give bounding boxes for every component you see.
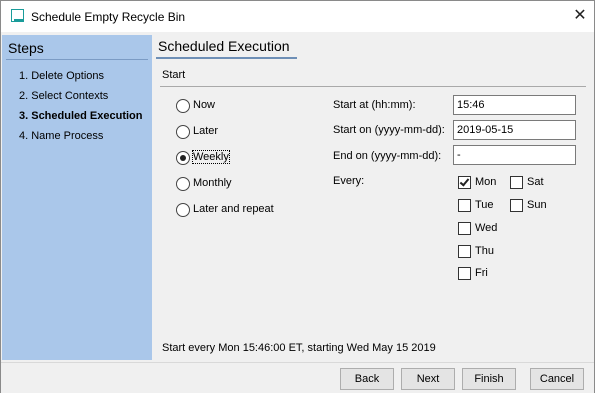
radio-circle[interactable] bbox=[176, 125, 190, 139]
radio-label[interactable]: Now bbox=[193, 99, 215, 111]
steps-divider bbox=[6, 59, 148, 60]
checkbox-box[interactable] bbox=[458, 245, 471, 258]
dialog-window: Schedule Empty Recycle Bin ✕ Steps 1. De… bbox=[0, 0, 595, 393]
radio-label[interactable]: Monthly bbox=[193, 177, 232, 189]
steps-sidebar: Steps 1. Delete Options 2. Select Contex… bbox=[2, 35, 152, 360]
end-on-label: End on (yyyy-mm-dd): bbox=[333, 150, 442, 162]
checkbox-label[interactable]: Thu bbox=[475, 245, 494, 257]
steps-title: Steps bbox=[8, 40, 44, 56]
step-delete-options: 1. Delete Options bbox=[19, 70, 104, 82]
back-button[interactable]: Back bbox=[340, 368, 394, 390]
schedule-summary: Start every Mon 15:46:00 ET, starting We… bbox=[162, 342, 436, 354]
close-icon[interactable]: ✕ bbox=[571, 6, 589, 26]
checkbox-label[interactable]: Mon bbox=[475, 176, 496, 188]
cancel-button[interactable]: Cancel bbox=[530, 368, 584, 390]
start-group-label: Start bbox=[162, 69, 186, 81]
button-bar: Back Next Finish Cancel bbox=[1, 362, 594, 393]
title-bar: Schedule Empty Recycle Bin ✕ bbox=[1, 1, 594, 32]
checkbox-label[interactable]: Sun bbox=[527, 199, 547, 211]
step-select-contexts: 2. Select Contexts bbox=[19, 90, 109, 102]
radio-label[interactable]: Weekly bbox=[192, 150, 230, 164]
window-app-icon bbox=[11, 9, 24, 22]
step-scheduled-execution: 3. Scheduled Execution bbox=[19, 110, 143, 122]
checkbox-label[interactable]: Sat bbox=[527, 176, 544, 188]
radio-circle[interactable] bbox=[176, 151, 190, 165]
checkbox-box[interactable] bbox=[510, 176, 523, 189]
checkbox-box[interactable] bbox=[458, 176, 471, 189]
checkbox-label[interactable]: Wed bbox=[475, 222, 497, 234]
checkbox-label[interactable]: Tue bbox=[475, 199, 494, 211]
checkbox-box[interactable] bbox=[458, 267, 471, 280]
next-button[interactable]: Next bbox=[401, 368, 455, 390]
checkbox-box[interactable] bbox=[510, 199, 523, 212]
radio-label[interactable]: Later and repeat bbox=[193, 203, 274, 215]
section-title: Scheduled Execution bbox=[158, 38, 290, 54]
window-title: Schedule Empty Recycle Bin bbox=[31, 10, 186, 24]
checkbox-box[interactable] bbox=[458, 222, 471, 235]
finish-button[interactable]: Finish bbox=[462, 368, 516, 390]
checkbox-box[interactable] bbox=[458, 199, 471, 212]
main-panel: Scheduled Execution Start Now Later Week… bbox=[153, 32, 594, 360]
step-name-process: 4. Name Process bbox=[19, 130, 104, 142]
section-title-underline bbox=[156, 57, 297, 59]
radio-circle[interactable] bbox=[176, 177, 190, 191]
radio-circle[interactable] bbox=[176, 203, 190, 217]
start-group-divider bbox=[160, 86, 586, 87]
start-at-label: Start at (hh:mm): bbox=[333, 99, 416, 111]
end-on-field[interactable]: - bbox=[453, 145, 576, 165]
checkbox-label[interactable]: Fri bbox=[475, 267, 488, 279]
every-label: Every: bbox=[333, 175, 365, 187]
start-on-field[interactable]: 2019-05-15 bbox=[453, 120, 576, 140]
start-at-field[interactable]: 15:46 bbox=[453, 95, 576, 115]
radio-circle[interactable] bbox=[176, 99, 190, 113]
start-on-label: Start on (yyyy-mm-dd): bbox=[333, 124, 445, 136]
radio-label[interactable]: Later bbox=[193, 125, 218, 137]
